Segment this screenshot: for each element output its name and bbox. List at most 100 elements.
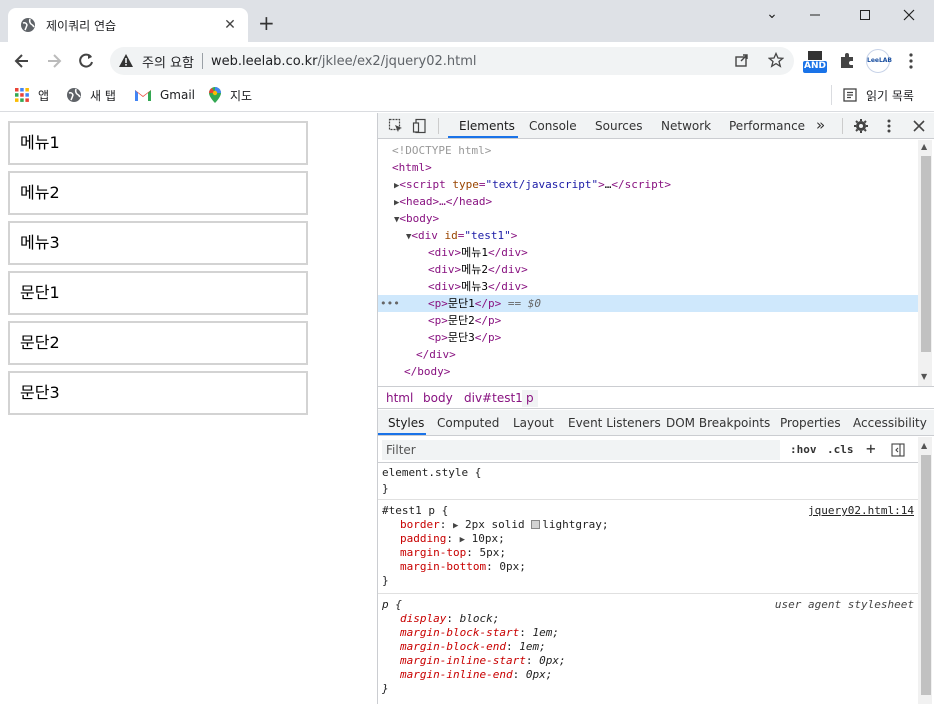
leelab-label: LeeLAB	[867, 57, 893, 64]
tab-console[interactable]: Console	[529, 119, 577, 133]
dom-body-close[interactable]: </body>	[404, 363, 918, 380]
devtools-tab-bar: Elements Console Sources Network Perform…	[378, 113, 934, 139]
dom-html[interactable]: <html>	[392, 159, 918, 176]
reading-list-icon	[843, 88, 857, 102]
device-toolbar-icon[interactable]	[412, 118, 428, 134]
styles-filter-input[interactable]	[382, 440, 780, 460]
style-property[interactable]: display: block;	[400, 612, 499, 626]
user-agent-p-rule[interactable]: p { user agent stylesheet display: block…	[378, 595, 918, 704]
dom-child-p[interactable]: <p>문단3</p>	[428, 329, 918, 346]
close-window-icon[interactable]	[902, 8, 926, 22]
tab-sources[interactable]: Sources	[595, 119, 642, 133]
hover-state-toggle[interactable]: :hov	[790, 443, 817, 456]
dom-child-div[interactable]: <div>메뉴2</div>	[428, 261, 918, 278]
tab-dom-breakpoints[interactable]: DOM Breakpoints	[666, 416, 770, 430]
new-rule-button[interactable]: +	[866, 439, 876, 458]
element-style-rule[interactable]: element.style { }	[378, 464, 918, 500]
style-rules: element.style { } #test1 p { jquery02.ht…	[378, 464, 918, 704]
styles-filter-bar: :hov .cls +	[378, 437, 918, 463]
rule-close-brace: }	[382, 682, 389, 695]
rule-source-link[interactable]: jquery02.html:14	[808, 504, 914, 517]
warning-icon[interactable]	[118, 53, 134, 69]
close-devtools-icon[interactable]	[912, 119, 926, 133]
dom-script[interactable]: ▶<script type="text/javascript">…</scrip…	[394, 176, 918, 193]
reload-icon[interactable]	[76, 51, 96, 71]
scroll-up-arrow[interactable]: ▲	[921, 142, 927, 151]
style-property[interactable]: border: ▶ 2px solid lightgray;	[400, 518, 609, 532]
style-property[interactable]: margin-inline-start: 0px;	[400, 654, 566, 668]
maximize-icon[interactable]	[858, 8, 882, 22]
back-icon[interactable]	[12, 51, 32, 71]
extensions-puzzle-icon[interactable]	[838, 52, 856, 70]
bookmark-apps[interactable]: 앱	[14, 85, 49, 105]
dom-child-div[interactable]: <div>메뉴3</div>	[428, 278, 918, 295]
leelab-profile-avatar[interactable]: LeeLAB	[866, 49, 893, 73]
reading-list-button[interactable]: 읽기 목록	[842, 85, 914, 105]
forward-icon[interactable]	[44, 51, 64, 71]
tab-elements[interactable]: Elements	[459, 119, 515, 133]
url-path: /jklee/ex2/jquery02.html	[317, 53, 477, 69]
tab-close-icon[interactable]: ✕	[222, 17, 238, 33]
paragraph-box: 문단2	[8, 321, 308, 365]
dom-div-test1[interactable]: ▼<div id="test1">	[406, 227, 918, 244]
rule-close-brace: }	[382, 574, 389, 587]
menu-kebab-icon[interactable]	[904, 52, 918, 70]
tab-styles[interactable]: Styles	[388, 416, 424, 430]
tab-strip: 제이쿼리 연습 ✕ + ⌄	[0, 0, 934, 42]
scroll-up-arrow[interactable]: ▲	[921, 441, 927, 450]
extension-and-icon[interactable]: AND	[802, 51, 828, 75]
breadcrumb-body[interactable]: body	[423, 391, 453, 405]
bookmarks-bar: 앱 새 탭 Gmail 지도 읽기 목록	[0, 80, 934, 112]
browser-tab[interactable]: 제이쿼리 연습 ✕	[8, 8, 248, 42]
tab-properties[interactable]: Properties	[780, 416, 841, 430]
style-property[interactable]: margin-bottom: 0px;	[400, 560, 526, 574]
dom-head[interactable]: ▶<head>…</head>	[394, 193, 918, 210]
color-swatch[interactable]	[531, 520, 541, 529]
bookmark-new-tab[interactable]: 새 탭	[66, 85, 116, 105]
bookmark-star-icon[interactable]	[768, 52, 784, 68]
minimize-icon[interactable]	[808, 8, 832, 22]
tab-performance[interactable]: Performance	[729, 119, 805, 133]
inspect-element-icon[interactable]	[388, 118, 404, 134]
bookmark-gmail[interactable]: Gmail	[134, 85, 195, 105]
new-tab-button[interactable]: +	[258, 13, 275, 33]
class-toggle[interactable]: .cls	[827, 443, 854, 456]
style-property[interactable]: margin-top: 5px;	[400, 546, 506, 560]
more-tabs-button[interactable]: »	[816, 116, 825, 134]
breadcrumb-html[interactable]: html	[386, 391, 413, 405]
maps-pin-icon	[209, 87, 221, 103]
tab-network[interactable]: Network	[661, 119, 711, 133]
bookmark-maps[interactable]: 지도	[208, 85, 252, 105]
bookmarks-separator	[831, 85, 832, 105]
tab-layout[interactable]: Layout	[513, 416, 554, 430]
address-bar[interactable]: 주의 요함 web.leelab.co.kr/jklee/ex2/jquery0…	[110, 47, 794, 75]
tab-search-icon[interactable]: ⌄	[760, 6, 784, 22]
dom-tree-scrollbar[interactable]: ▲ ▼	[918, 140, 932, 386]
dom-doctype[interactable]: <!DOCTYPE html>	[392, 142, 918, 159]
scroll-down-arrow[interactable]: ▼	[921, 372, 927, 381]
scroll-thumb[interactable]	[921, 156, 931, 352]
style-property[interactable]: margin-block-start: 1em;	[400, 626, 559, 640]
styles-scrollbar[interactable]: ▲	[918, 437, 932, 704]
devtools-menu-icon[interactable]	[882, 118, 896, 134]
toggle-sidebar-icon[interactable]	[891, 443, 905, 457]
dom-div-close[interactable]: </div>	[416, 346, 918, 363]
scroll-thumb[interactable]	[921, 455, 931, 695]
style-property[interactable]: margin-block-end: 1em;	[400, 640, 546, 654]
tab-computed[interactable]: Computed	[437, 416, 499, 430]
dom-child-p[interactable]: <p>문단2</p>	[428, 312, 918, 329]
dom-child-p-selected[interactable]: ••• <p>문단1</p> == $0	[378, 295, 918, 312]
breadcrumb-div-test1[interactable]: div#test1	[464, 391, 523, 405]
url-text: web.leelab.co.kr/jklee/ex2/jquery02.html	[211, 54, 477, 69]
breadcrumb-p[interactable]: p	[522, 390, 538, 407]
test1-p-rule[interactable]: #test1 p { jquery02.html:14 border: ▶ 2p…	[378, 501, 918, 594]
url-host: web.leelab.co.kr	[210, 53, 318, 69]
settings-gear-icon[interactable]	[853, 118, 869, 134]
dom-child-div[interactable]: <div>메뉴1</div>	[428, 244, 918, 261]
tab-accessibility[interactable]: Accessibility	[853, 416, 927, 430]
style-property[interactable]: margin-inline-end: 0px;	[400, 668, 552, 682]
share-icon[interactable]	[734, 52, 750, 68]
dom-body[interactable]: ▼<body>	[394, 210, 918, 227]
style-property[interactable]: padding: ▶ 10px;	[400, 532, 505, 546]
tab-event-listeners[interactable]: Event Listeners	[568, 416, 661, 430]
